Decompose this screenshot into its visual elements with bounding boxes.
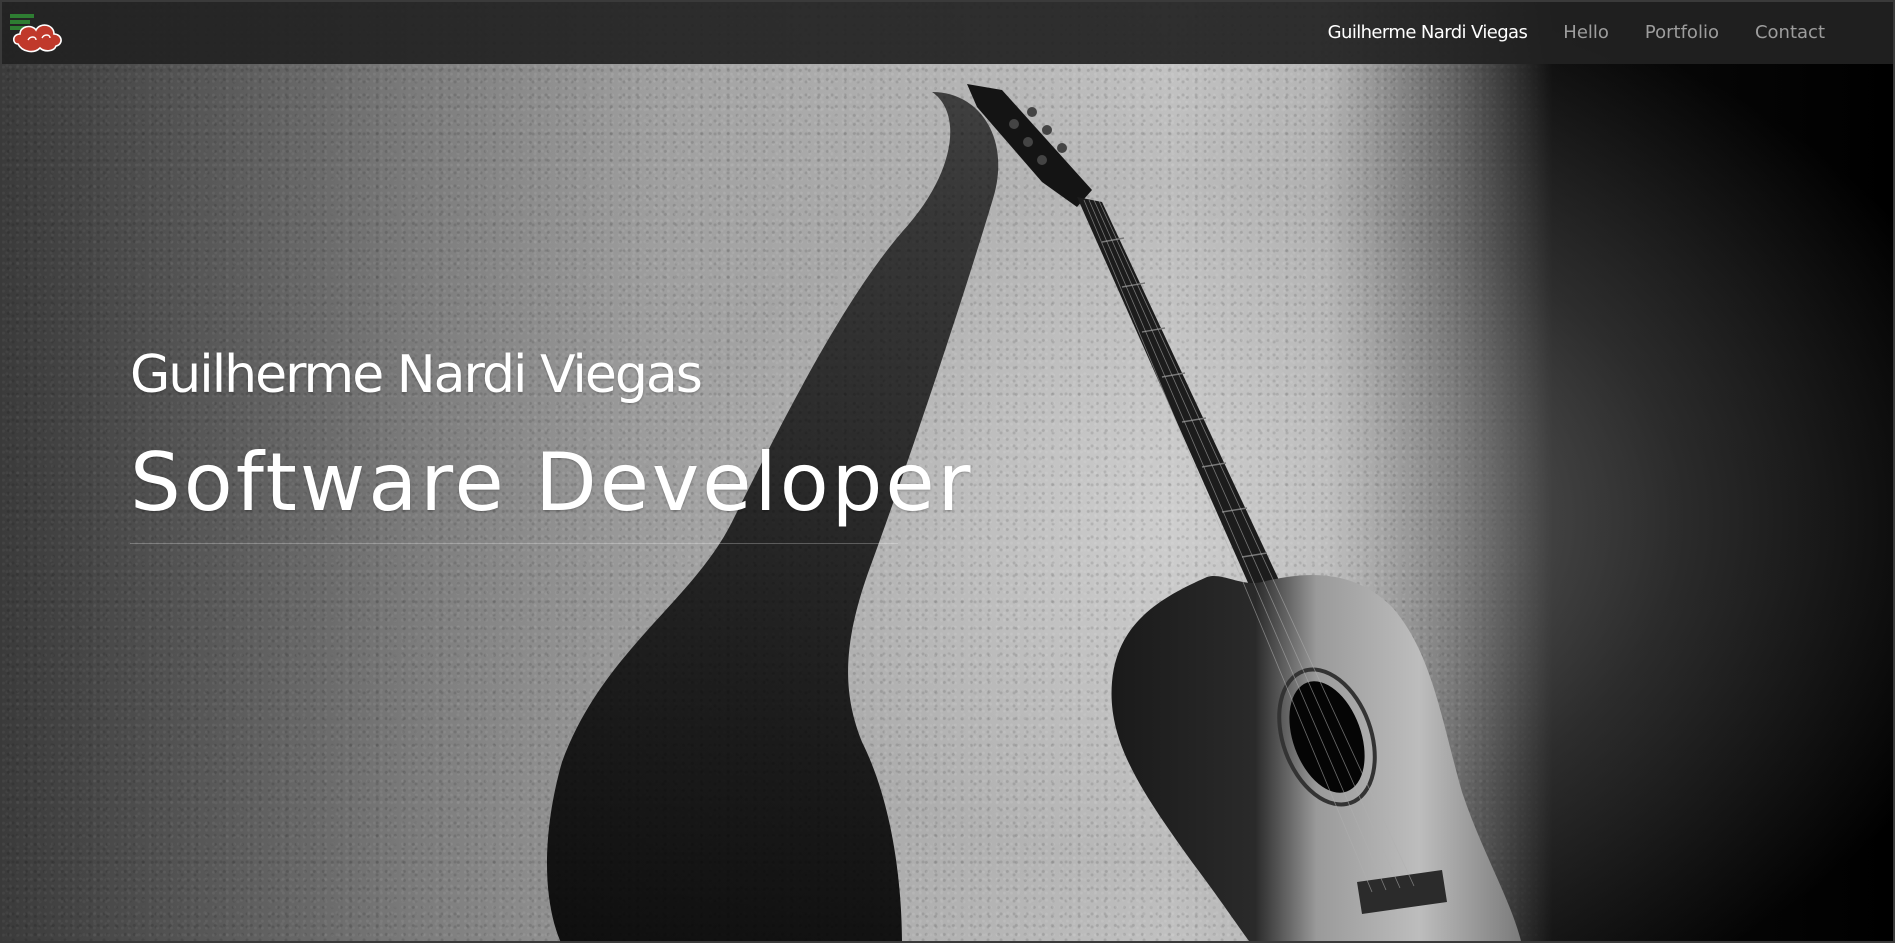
nav-link-contact[interactable]: Contact (1737, 2, 1843, 64)
red-cloud-logo-icon[interactable] (8, 10, 68, 56)
hero-name: Guilherme Nardi Viegas (130, 345, 703, 405)
nav-link-hello[interactable]: Hello (1545, 2, 1627, 64)
hero-section: Guilherme Nardi Viegas Software Develope… (130, 337, 974, 544)
nav-link-portfolio[interactable]: Portfolio (1627, 2, 1737, 64)
hero-divider (130, 543, 898, 544)
nav-links: Guilherme Nardi Viegas Hello Portfolio C… (1310, 2, 1843, 64)
hero-role: Software Developer (130, 436, 974, 529)
page: Guilherme Nardi Viegas Hello Portfolio C… (0, 0, 1895, 943)
top-navbar: Guilherme Nardi Viegas Hello Portfolio C… (2, 2, 1893, 64)
nav-link-home[interactable]: Guilherme Nardi Viegas (1310, 2, 1546, 64)
